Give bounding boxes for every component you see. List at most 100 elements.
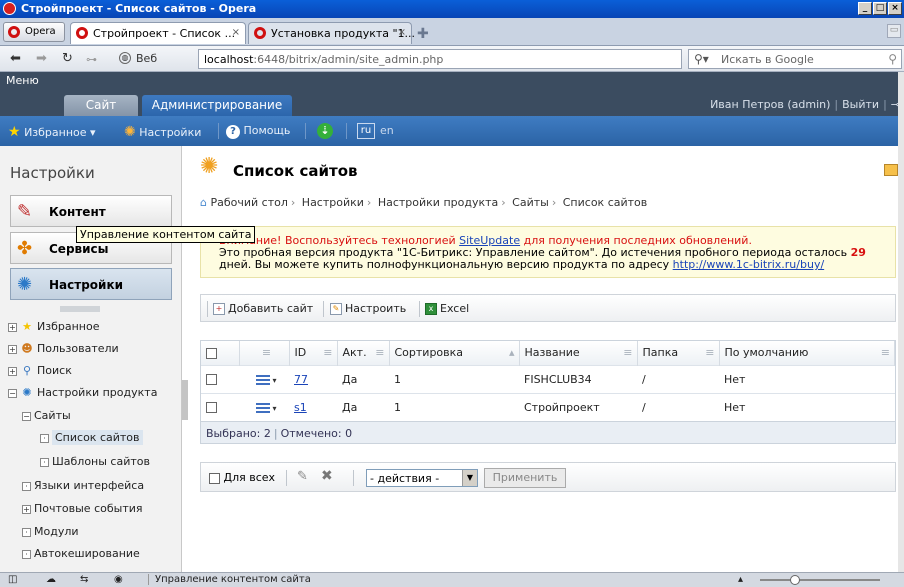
gear-icon: ✺ <box>17 274 33 295</box>
close-tab-icon[interactable]: × <box>232 27 240 38</box>
expand-icon[interactable]: + <box>8 366 17 376</box>
tree-label: Языки интерфейса <box>34 479 145 492</box>
browser-tab-site-list[interactable]: Стройпроект - Список ... × <box>70 22 246 44</box>
excel-label: Excel <box>440 302 470 315</box>
expand-icon[interactable]: + <box>8 322 17 332</box>
cell-default: Нет <box>719 392 895 421</box>
sidebar-button-settings[interactable]: ✺ Настройки <box>10 268 172 300</box>
unite-icon[interactable]: ☁ <box>46 574 56 585</box>
row-checkbox[interactable] <box>206 374 217 385</box>
help-link[interactable]: ? Помощь <box>226 124 290 139</box>
breadcrumb-item[interactable]: Рабочий стол <box>210 196 287 209</box>
column-default[interactable]: По умолчанию ≡ <box>719 341 895 365</box>
expand-icon[interactable]: + <box>8 344 17 354</box>
column-folder[interactable]: Папка ≡ <box>637 341 720 365</box>
address-input[interactable]: localhost:6448/bitrix/admin/site_admin.p… <box>198 49 682 69</box>
tree-item-languages[interactable]: · Языки интерфейса <box>22 479 144 492</box>
table-row[interactable]: ▾ s1 Да 1 Стройпроект / Нет <box>201 392 895 421</box>
user-name-link[interactable]: Иван Петров (admin) <box>710 98 830 111</box>
speed-dial-icon[interactable]: ◉ <box>114 574 123 585</box>
closed-tabs-trash-icon[interactable]: ▭ <box>887 24 901 38</box>
for-all-checkbox[interactable] <box>209 472 220 484</box>
maximize-button[interactable]: □ <box>873 2 887 15</box>
delete-icon[interactable]: ✖ <box>321 468 333 484</box>
configure-button[interactable]: ✎ Настроить <box>330 302 406 315</box>
tree-item-product-settings[interactable]: − ✺ Настройки продукта <box>8 386 157 399</box>
search-engine-icon[interactable]: ⚲▾ <box>694 52 709 66</box>
for-all-toggle[interactable]: Для всех <box>209 471 275 484</box>
table-row[interactable]: ▾ 77 Да 1 FISHCLUB34 / Нет <box>201 364 895 393</box>
chevron-down-icon[interactable]: ▼ <box>462 470 477 486</box>
settings-menu[interactable]: ✺ Настройки <box>124 124 201 140</box>
column-sort[interactable]: Сортировка ▴ <box>389 341 520 365</box>
panels-icon[interactable]: ◫ <box>8 574 17 585</box>
collapse-icon[interactable]: − <box>22 411 31 421</box>
turbo-icon[interactable]: ⇆ <box>80 574 88 585</box>
site-id-link[interactable]: s1 <box>294 401 307 414</box>
collapse-icon[interactable]: − <box>8 388 17 398</box>
tree-item-search[interactable]: + ⚲ Поиск <box>8 364 72 377</box>
actions-select[interactable]: - действия - ▼ <box>366 469 478 487</box>
zoom-out-icon[interactable]: ▴ <box>738 574 743 585</box>
sidebar-splitter[interactable] <box>182 380 188 420</box>
actions-select-value: - действия - <box>370 472 440 485</box>
breadcrumb-item[interactable]: Настройки <box>302 196 364 209</box>
forward-arrow-icon[interactable]: ➡ <box>36 51 47 66</box>
tree-item-users[interactable]: + ☻ Пользователи <box>8 342 119 355</box>
opera-menu-button[interactable]: Opera <box>3 22 65 42</box>
breadcrumb-item[interactable]: Настройки продукта <box>378 196 498 209</box>
add-site-button[interactable]: + Добавить сайт <box>213 302 313 315</box>
toolbar-divider <box>305 123 306 139</box>
apply-button[interactable]: Применить <box>484 468 566 488</box>
buy-link[interactable]: http://www.1c-bitrix.ru/buy/ <box>673 258 825 271</box>
column-id[interactable]: ID ≡ <box>289 341 338 365</box>
tree-item-autocache[interactable]: · Автокеширование <box>22 547 140 560</box>
search-icon[interactable]: ⚲ <box>888 52 897 66</box>
sort-icon: ≡ <box>880 346 890 360</box>
select-all-checkbox[interactable] <box>206 347 217 359</box>
close-tab-icon[interactable]: × <box>398 27 406 38</box>
tree-item-site-templates[interactable]: · Шаблоны сайтов <box>40 455 150 468</box>
expand-icon[interactable]: + <box>22 504 31 514</box>
update-button[interactable]: ⇣ <box>317 123 333 139</box>
tab-administration[interactable]: Администрирование <box>142 95 292 116</box>
excel-button[interactable]: x Excel <box>425 302 469 315</box>
page-scrollbar[interactable] <box>898 72 904 572</box>
tree-item-modules[interactable]: · Модули <box>22 525 79 538</box>
tree-item-mail-events[interactable]: + Почтовые события <box>22 502 143 515</box>
lang-ru[interactable]: ru <box>357 123 375 139</box>
tree-item-favorites[interactable]: + ★ Избранное <box>8 320 99 333</box>
toolbar-divider <box>218 123 219 139</box>
select-all-header <box>201 341 240 365</box>
row-checkbox[interactable] <box>206 402 217 414</box>
search-input[interactable]: ⚲▾ Искать в Google ⚲ <box>688 49 902 69</box>
back-arrow-icon[interactable]: ⬅ <box>10 51 21 66</box>
favorites-menu[interactable]: ★ Избранное ▾ <box>8 124 96 140</box>
row-action-menu[interactable]: ▾ <box>256 401 277 414</box>
reload-icon[interactable]: ↻ <box>62 51 73 66</box>
logout-link[interactable]: Выйти <box>842 98 879 111</box>
breadcrumb-item[interactable]: Сайты <box>512 196 549 209</box>
row-action-menu[interactable]: ▾ <box>256 373 277 386</box>
minimize-button[interactable]: _ <box>858 2 872 15</box>
browser-tab-install[interactable]: Установка продукта "1... × <box>248 22 415 44</box>
sidebar-button-content[interactable]: ✎ Контент <box>10 195 172 227</box>
tree-item-site-list[interactable]: · Список сайтов <box>40 430 143 445</box>
new-tab-icon[interactable]: ✚ <box>417 26 429 42</box>
panel-resize-handle[interactable] <box>60 306 100 312</box>
tab-site[interactable]: Сайт <box>64 95 138 116</box>
column-name[interactable]: Название ≡ <box>519 341 638 365</box>
key-icon[interactable]: ⊶ <box>86 53 97 66</box>
export-icon[interactable] <box>884 164 898 176</box>
zoom-slider-knob[interactable] <box>790 575 800 585</box>
tree-item-sites[interactable]: − Сайты <box>22 409 71 422</box>
close-window-button[interactable]: × <box>888 2 902 15</box>
column-active[interactable]: Акт. ≡ <box>337 341 390 365</box>
menu-label[interactable]: Меню <box>6 74 39 87</box>
add-site-label: Добавить сайт <box>228 302 314 315</box>
web-info-button[interactable]: ◍ Веб <box>115 49 195 69</box>
site-id-link[interactable]: 77 <box>294 373 308 386</box>
lang-en[interactable]: en <box>380 124 394 137</box>
zoom-slider[interactable] <box>760 575 880 585</box>
edit-icon[interactable]: ✎ <box>297 469 308 484</box>
